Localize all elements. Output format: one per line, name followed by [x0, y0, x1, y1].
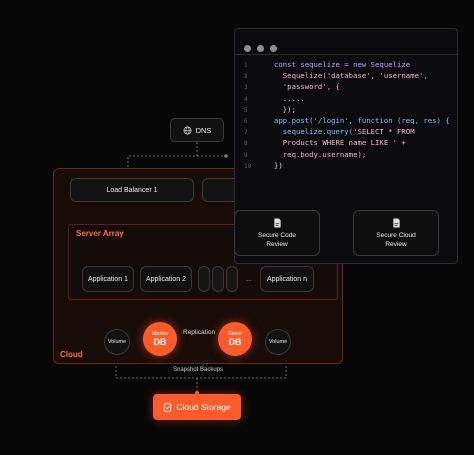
secure-cloud-review-label: Secure Cloud Review: [376, 231, 416, 248]
application-ellipsis: ...: [246, 276, 252, 283]
globe-icon: [183, 126, 192, 134]
code-token: Products WHERE name LIKE ' +: [274, 138, 406, 148]
dns-node: DNS: [170, 118, 224, 142]
storage-icon: [164, 402, 172, 412]
cloud-storage-node: Cloud Storage: [153, 394, 241, 420]
application-n-label: Application n: [266, 275, 308, 283]
load-balancer-node: Load Balancer 1: [70, 178, 194, 202]
application-node: Application 1: [82, 266, 134, 292]
application-stack-card: [226, 266, 238, 292]
window-divider: [234, 54, 458, 55]
volume-label: Volume: [268, 339, 288, 345]
application-stack-card: [212, 266, 224, 292]
volume-node: Volume: [104, 329, 130, 355]
load-balancer-label: Load Balancer 1: [106, 186, 158, 194]
cloud-storage-label: Cloud Storage: [176, 402, 231, 412]
dns-label: DNS: [195, 125, 212, 135]
master-db-type: DB: [153, 337, 167, 347]
window-dot-icon: [257, 45, 264, 52]
cloud-label: Cloud: [60, 350, 83, 359]
code-token: });: [274, 104, 296, 114]
application-stack-card: [198, 266, 210, 292]
code-token: }): [274, 160, 283, 170]
code-area: 1 const sequelize = new Sequelize 2 Sequel…: [244, 58, 456, 198]
code-token: .....: [274, 93, 305, 103]
replication-label: Replication: [183, 329, 216, 336]
code-token: const sequelize = new Sequelize: [274, 60, 411, 69]
line-number: 10: [244, 162, 252, 170]
secure-code-review-node: Secure Code Review: [234, 210, 320, 256]
code-token: sequelize.query(: [274, 127, 354, 137]
code-line: 10}): [244, 159, 283, 173]
secure-code-review-label: Secure Code Review: [258, 231, 296, 248]
window-dot-icon: [244, 45, 251, 52]
code-token: req.body.username);: [274, 149, 367, 159]
secure-cloud-review-node: Secure Cloud Review: [353, 210, 439, 256]
application-1-label: Application 1: [87, 275, 129, 283]
code-token: 'SELECT * FROM: [353, 127, 415, 137]
slave-db-node: Slave DB: [218, 322, 252, 356]
application-node: Application 2: [140, 266, 192, 292]
document-icon: [392, 218, 400, 227]
code-token: Sequelize('database', 'username',: [274, 71, 428, 81]
master-db-node: Master DB: [143, 322, 177, 356]
slave-db-type: DB: [228, 337, 242, 347]
application-node: Application n: [260, 266, 314, 292]
server-array-label: Server Array: [76, 229, 124, 238]
code-token: app.post('/login', function (req, res) {: [274, 116, 450, 125]
window-dot-icon: [270, 45, 277, 52]
volume-label: Volume: [107, 339, 127, 345]
snapshot-label: Snapshot Backups: [173, 367, 224, 373]
application-2-label: Application 2: [145, 275, 187, 283]
volume-node: Volume: [265, 329, 291, 355]
code-token: 'password', {: [274, 82, 340, 92]
document-icon: [273, 218, 281, 227]
